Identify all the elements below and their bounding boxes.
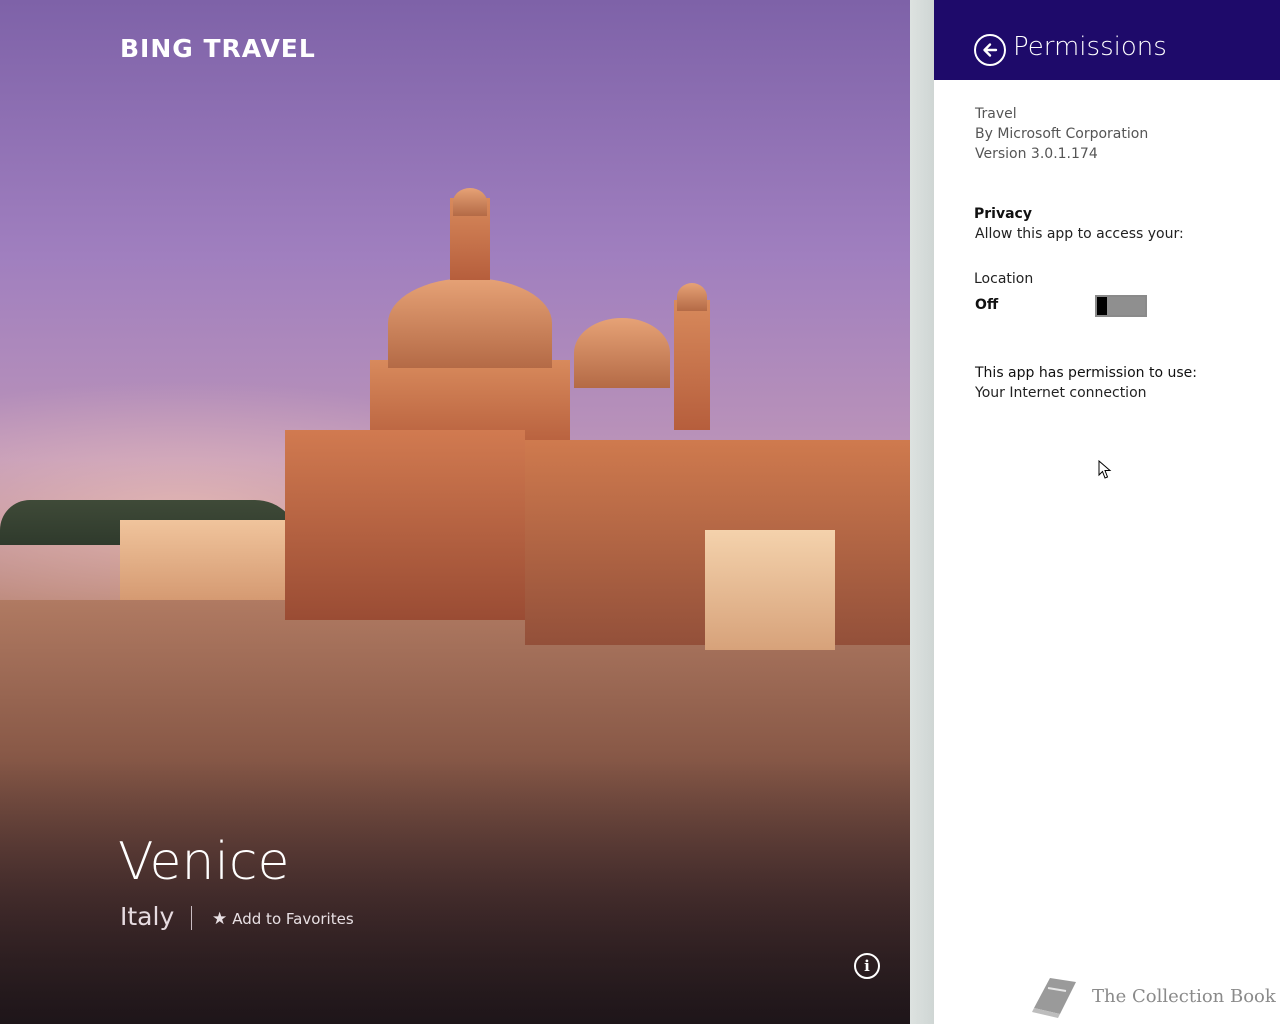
permissions-heading: This app has permission to use: <box>975 365 1197 381</box>
star-icon: ★ <box>212 909 228 929</box>
privacy-subtext: Allow this app to access your: <box>975 226 1184 242</box>
title-divider <box>191 906 192 930</box>
info-button[interactable]: i <box>854 953 880 979</box>
watermark: The Collection Book <box>1028 972 1276 1020</box>
add-to-favorites-label: Add to Favorites <box>232 910 354 928</box>
bell-tower <box>674 300 710 430</box>
main-lantern-cap <box>453 188 487 216</box>
privacy-heading: Privacy <box>974 206 1032 222</box>
hero-image: BING TRAVEL Venice Italy ★ Add to Favori… <box>0 0 910 1024</box>
info-icon: i <box>864 957 870 975</box>
book-icon <box>1032 978 1076 1018</box>
destination-country: Italy <box>120 902 175 931</box>
secondary-dome <box>574 318 670 388</box>
white-building-right <box>705 530 835 650</box>
bottom-shade <box>0 760 910 1024</box>
location-toggle[interactable] <box>1095 295 1147 317</box>
pane-title: Permissions <box>1013 32 1167 62</box>
toggle-thumb <box>1097 297 1107 315</box>
permissions-pane: Permissions Travel By Microsoft Corporat… <box>934 0 1280 1024</box>
location-label: Location <box>974 271 1034 287</box>
white-building-left <box>120 520 285 600</box>
palaces-left <box>285 430 525 620</box>
app-brand: BING TRAVEL <box>120 34 316 63</box>
bell-tower-cap <box>677 283 707 311</box>
back-button[interactable] <box>974 34 1006 66</box>
basilica-main-dome <box>388 278 552 368</box>
app-publisher: By Microsoft Corporation <box>975 126 1149 142</box>
add-to-favorites-button[interactable]: ★ Add to Favorites <box>212 909 354 929</box>
back-arrow-icon <box>983 43 998 57</box>
destination-city: Venice <box>118 832 290 892</box>
pane-header: Permissions <box>934 0 1280 80</box>
watermark-text: The Collection Book <box>1092 985 1276 1007</box>
app-name: Travel <box>975 106 1017 122</box>
mouse-cursor-icon <box>1098 460 1112 479</box>
permission-item: Your Internet connection <box>975 385 1147 401</box>
background-strip <box>910 0 934 1024</box>
app-version: Version 3.0.1.174 <box>975 146 1098 162</box>
location-state: Off <box>975 297 999 313</box>
